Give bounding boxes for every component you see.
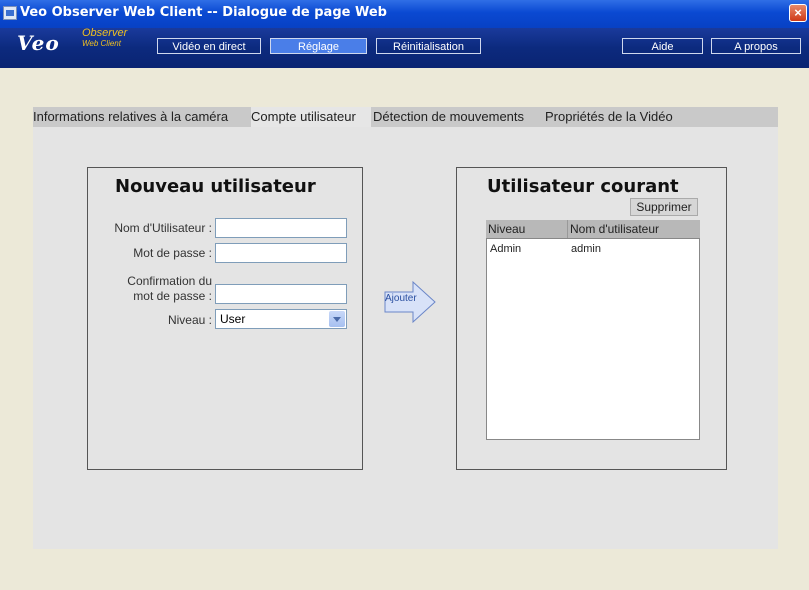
nav-reset-button[interactable]: Réinitialisation <box>376 38 481 54</box>
window-title: Veo Observer Web Client -- Dialogue de p… <box>20 5 387 20</box>
confirm-label-line1: Confirmation du <box>127 274 212 288</box>
tab-motion-detection[interactable]: Détection de mouvements <box>373 107 543 127</box>
tab-video-properties[interactable]: Propriétés de la Vidéo <box>545 107 692 127</box>
level-label: Niveau : <box>167 313 212 327</box>
confirm-label-line2: mot de passe : <box>133 289 212 303</box>
logo-observer: Observer <box>82 27 128 39</box>
tab-camera-info[interactable]: Informations relatives à la caméra <box>33 107 249 127</box>
username-input[interactable] <box>215 218 347 238</box>
row-username[interactable]: admin <box>571 243 601 255</box>
username-label: Nom d'Utilisateur : <box>114 221 212 235</box>
level-select[interactable]: User <box>215 309 347 329</box>
nav-about-button[interactable]: A propos <box>711 38 801 54</box>
delete-button[interactable]: Supprimer <box>630 198 698 216</box>
close-icon[interactable]: × <box>789 4 807 22</box>
new-user-title: Nouveau utilisateur <box>115 176 316 197</box>
current-user-title: Utilisateur courant <box>487 176 679 197</box>
column-header-level[interactable]: Niveau <box>488 220 563 238</box>
chevron-down-icon[interactable] <box>329 311 345 327</box>
user-list[interactable] <box>486 238 700 440</box>
nav-help-button[interactable]: Aide <box>622 38 703 54</box>
add-button-label[interactable]: Ajouter <box>385 293 417 304</box>
password-input[interactable] <box>215 243 347 263</box>
app-icon <box>3 6 17 20</box>
nav-live-video-button[interactable]: Vidéo en direct <box>157 38 261 54</box>
logo-webclient: Web Client <box>82 39 121 48</box>
title-bar: Veo Observer Web Client -- Dialogue de p… <box>0 0 809 28</box>
level-select-value: User <box>220 312 246 326</box>
dialog-window: Veo Observer Web Client -- Dialogue de p… <box>0 0 809 590</box>
password-label: Mot de passe : <box>133 246 212 260</box>
column-header-username[interactable]: Nom d'utilisateur <box>567 220 700 238</box>
confirm-password-input[interactable] <box>215 284 347 304</box>
logo-brand: Veo <box>17 31 60 55</box>
nav-settings-button[interactable]: Réglage <box>270 38 367 54</box>
tab-user-account[interactable]: Compte utilisateur <box>251 107 371 127</box>
row-level[interactable]: Admin <box>490 243 521 255</box>
